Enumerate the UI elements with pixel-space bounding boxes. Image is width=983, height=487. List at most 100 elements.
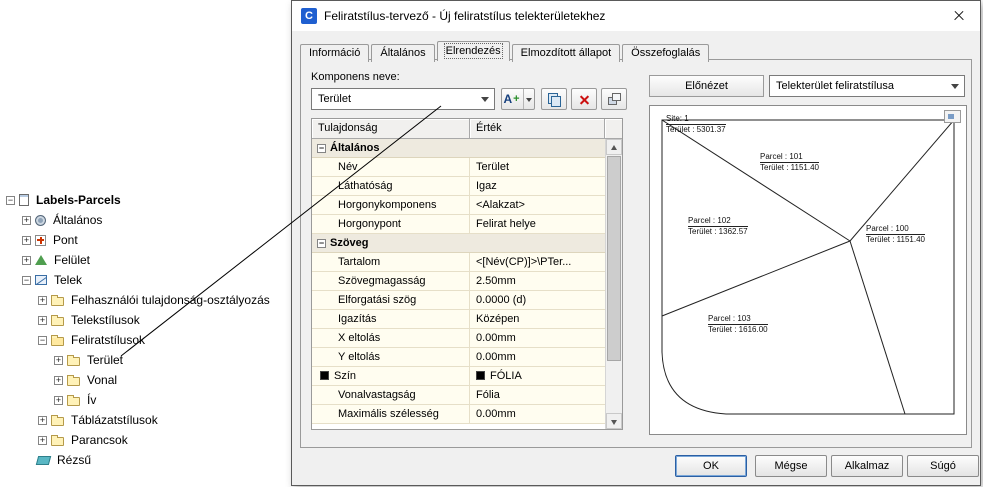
gear-icon [35,214,46,226]
tree-item-felhasznaloi-tulajdonsag-osztalyozas[interactable]: + Felhasználói tulajdonság-osztályozás [2,290,291,310]
value-cell[interactable]: <[Név(CP)]>\PTer... [470,253,605,272]
close-icon[interactable] [944,5,974,27]
tree-item-iv[interactable]: + Ív [2,390,291,410]
component-order-button[interactable] [601,88,627,110]
property-row-szin[interactable]: Szín FÓLIA [312,367,605,386]
expand-icon[interactable]: + [22,255,31,265]
chevron-down-icon [951,84,959,89]
scroll-up-icon[interactable] [606,139,622,155]
tree-item-felulet[interactable]: + Felület [2,250,291,270]
property-row-igazitas[interactable]: Igazítás Középen [312,310,605,329]
tab-informacio[interactable]: Információ [300,44,370,62]
tab-altalanos[interactable]: Általános [371,44,435,62]
parcel-label-area: Terület : 1151.40 [760,162,820,172]
expand-icon[interactable]: + [54,395,63,405]
value-cell[interactable]: Felirat helye [470,215,605,234]
scroll-down-icon[interactable] [606,413,622,429]
tree-item-feliratstilusok[interactable]: − Feliratstílusok [2,330,291,350]
parcel-label-area: Terület : 1151.40 [866,234,926,244]
tree-item-label: Feliratstílusok [71,333,146,347]
property-row-tartalom[interactable]: Tartalom <[Név(CP)]>\PTer... [312,253,605,272]
value-cell[interactable]: 2.50mm [470,272,605,291]
tree-item-altalanos[interactable]: + Általános [2,210,291,230]
property-row-lathatosag[interactable]: Láthatóság Igaz [312,177,605,196]
tree-item-telek[interactable]: − Telek [2,270,291,290]
tree-item-terulet[interactable]: + Terület [2,350,291,370]
value-cell[interactable]: Terület [470,158,605,177]
value-cell[interactable]: 0.0000 (d) [470,291,605,310]
parcel-label-site-1: Site: 1 Terület : 5301.37 [666,114,726,134]
property-cell: Tartalom [312,253,470,272]
collapse-icon[interactable]: − [22,275,31,285]
property-row-elforgatasi-szog[interactable]: Elforgatási szög 0.0000 (d) [312,291,605,310]
expand-icon[interactable]: + [54,375,63,385]
property-row-szovegmagassag[interactable]: Szövegmagasság 2.50mm [312,272,605,291]
preview-style-select[interactable]: Telekterület feliratstílusa [769,75,965,97]
property-row-horgonykomponens[interactable]: Horgonykomponens <Alakzat> [312,196,605,215]
app-icon: C [301,8,317,24]
value-cell[interactable]: Fólia [470,386,605,405]
expand-icon[interactable]: + [22,235,31,245]
expand-icon[interactable]: + [38,415,47,425]
folder-icon [67,395,80,406]
expand-icon[interactable]: + [38,435,47,445]
tree-item-tablazatstilusok[interactable]: + Táblázatstílusok [2,410,291,430]
expand-icon[interactable]: + [22,215,31,225]
parcel-label-parcel-101: Parcel : 101 Terület : 1151.40 [760,152,820,172]
tree-item-pont[interactable]: + Pont [2,230,291,250]
tab-label: Elmozdított állapot [520,47,612,59]
grid-header-property: Tulajdonság [312,119,470,139]
property-row-y-eltolas[interactable]: Y eltolás 0.00mm [312,348,605,367]
folder-icon [51,415,64,426]
delete-icon [579,94,590,105]
property-grid-header: Tulajdonság Érték [312,119,622,139]
component-name-select[interactable]: Terület [311,88,495,110]
value-cell[interactable]: 0.00mm [470,329,605,348]
tree-item-label: Táblázatstílusok [71,413,158,427]
expand-icon[interactable]: + [54,355,63,365]
sugo-button[interactable]: Súgó [907,455,979,477]
property-row-vonalvastagsag[interactable]: Vonalvastagság Fólia [312,386,605,405]
value-cell[interactable]: Középen [470,310,605,329]
megse-button[interactable]: Mégse [755,455,827,477]
alkalmaz-button[interactable]: Alkalmaz [831,455,903,477]
value-cell[interactable]: 0.00mm [470,405,605,424]
tab-osszefoglalas[interactable]: Összefoglalás [622,44,710,62]
value-cell[interactable]: 0.00mm [470,348,605,367]
tree-item-vonal[interactable]: + Vonal [2,370,291,390]
group-row-szoveg[interactable]: − Szöveg [312,234,605,253]
scroll-thumb[interactable] [607,156,621,361]
tree-item-parancsok[interactable]: + Parancsok [2,430,291,450]
property-cell: Elforgatási szög [312,291,470,310]
collapse-icon[interactable]: − [38,335,47,345]
expand-icon[interactable]: + [38,295,47,305]
value-cell[interactable]: <Alakzat> [470,196,605,215]
tree-item-label: Telek [54,273,83,287]
expand-icon[interactable]: + [38,315,47,325]
tab-strip: Információ Általános Elrendezés Elmozdított… [300,37,972,62]
tree-item-telekstilusok[interactable]: + Telekstílusok [2,310,291,330]
tree-item-label: Felhasználói tulajdonság-osztályozás [71,293,270,307]
ok-button[interactable]: OK [675,455,747,477]
property-row-x-eltolas[interactable]: X eltolás 0.00mm [312,329,605,348]
value-cell[interactable]: Igaz [470,177,605,196]
copy-component-button[interactable] [541,88,567,110]
tab-elmozditott-allapot[interactable]: Elmozdított állapot [511,44,621,62]
property-row-horgonypont[interactable]: Horgonypont Felirat helye [312,215,605,234]
add-component-button[interactable]: A + [501,88,535,110]
collapse-icon[interactable]: − [317,238,326,248]
value-cell[interactable]: FÓLIA [470,367,605,386]
group-row-altalanos[interactable]: − Általános [312,139,605,158]
tab-elrendezes[interactable]: Elrendezés [436,41,510,61]
delete-component-button[interactable] [571,88,597,110]
collapse-icon[interactable]: − [6,195,15,205]
tree-item-rezsu[interactable]: Rézsű [2,450,291,470]
grid-scrollbar[interactable] [605,139,622,429]
collapse-icon[interactable]: − [317,143,326,153]
tree-item-labels-parcels[interactable]: − Labels-Parcels [2,190,291,210]
property-row-nev[interactable]: Név Terület [312,158,605,177]
preview-button[interactable]: Előnézet [649,75,764,97]
add-component-caret[interactable] [522,89,533,109]
preview-corner-icon[interactable] [944,110,961,123]
property-row-maximalis-szelesseg[interactable]: Maximális szélesség 0.00mm [312,405,605,424]
